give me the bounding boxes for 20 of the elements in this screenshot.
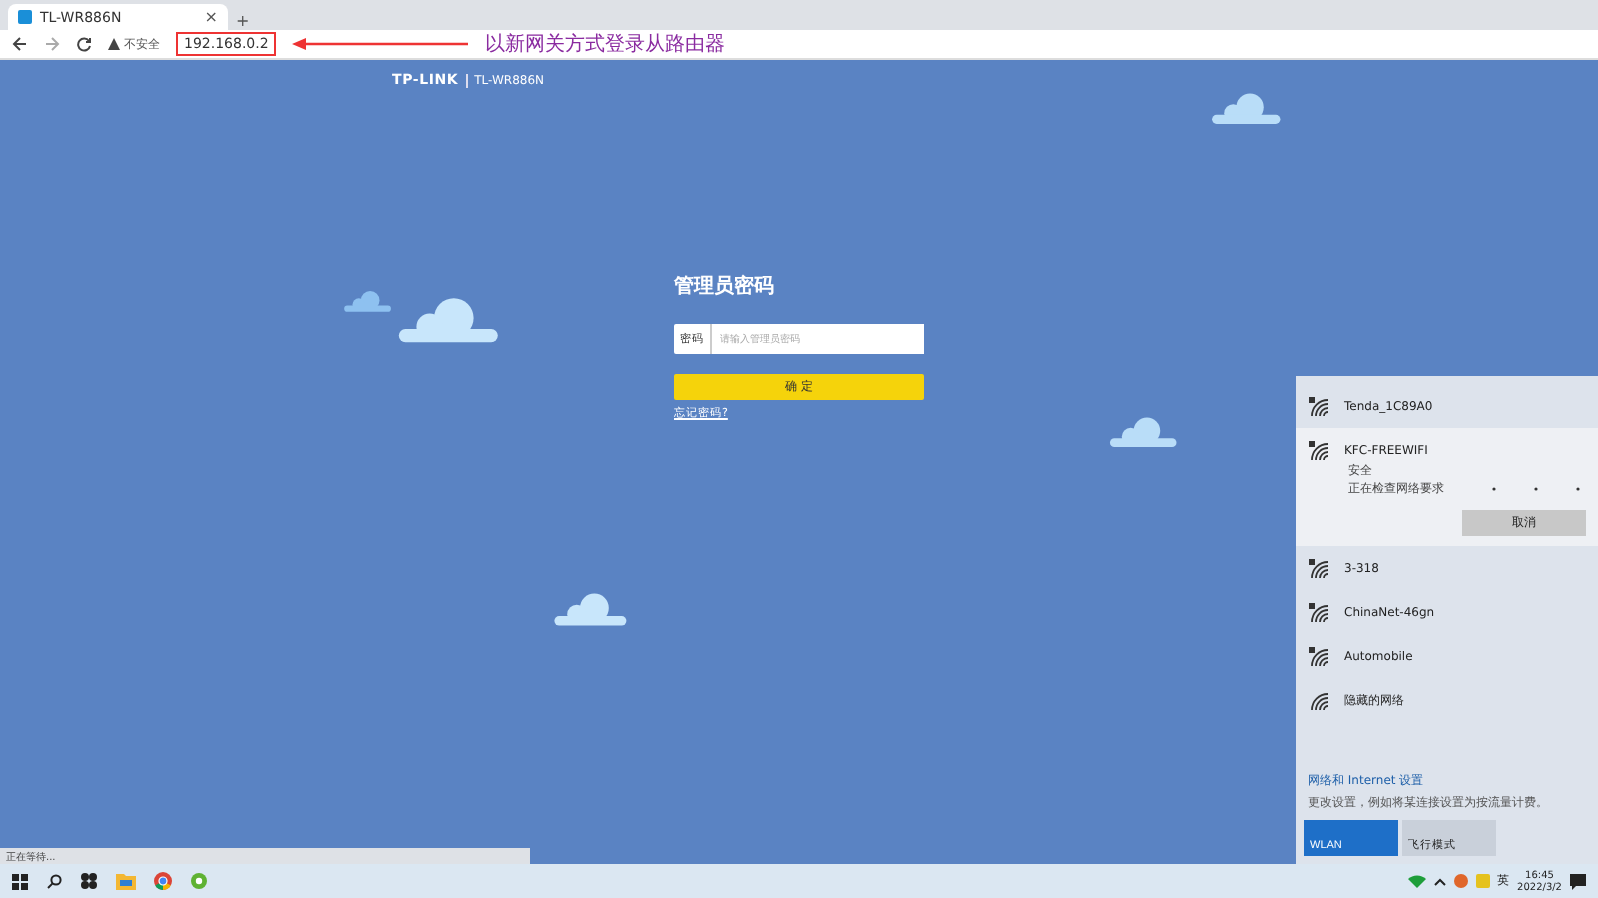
notification-icon[interactable] (1570, 873, 1586, 889)
cloud-drawing (548, 592, 628, 628)
new-tab-button[interactable]: + (236, 14, 250, 30)
back-icon[interactable] (12, 36, 28, 52)
wifi-icon[interactable] (1407, 874, 1426, 888)
cloud-drawing (1104, 416, 1178, 450)
folder-icon[interactable] (116, 872, 136, 890)
annotation-text: 以新网关方式登录从路由器 (484, 31, 725, 58)
chevron-up-icon[interactable] (1433, 877, 1446, 885)
reload-icon[interactable] (76, 36, 92, 52)
close-icon[interactable]: × (204, 9, 218, 25)
start-icon[interactable] (12, 873, 28, 889)
favicon-icon (18, 10, 32, 24)
app-icon[interactable] (190, 872, 208, 890)
page-title: 管理员密码 (674, 273, 776, 300)
search-icon[interactable] (46, 873, 62, 889)
browser-icon[interactable] (154, 872, 172, 890)
warning-icon (108, 38, 120, 50)
cloud-drawing (1206, 92, 1282, 127)
task-view-icon[interactable] (80, 872, 98, 890)
